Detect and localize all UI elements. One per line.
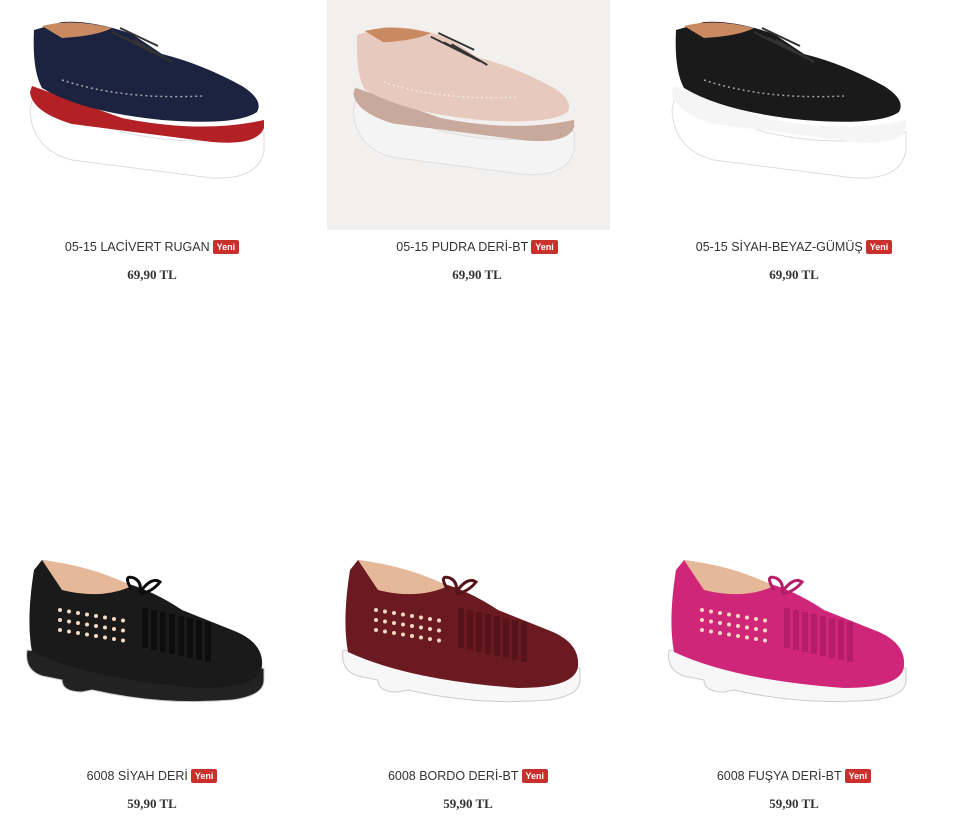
loafer-shoe-icon bbox=[668, 560, 907, 703]
oxford-shoe-icon bbox=[29, 21, 265, 179]
product-name-link[interactable]: 6008 BORDO DERİ-BT bbox=[388, 769, 519, 783]
product-title-row: 6008 SİYAH DERİ Yeni bbox=[2, 769, 302, 783]
product-name-link[interactable]: 05-15 PUDRA DERİ-BT bbox=[396, 240, 528, 254]
product-card[interactable]: 05-15 LACİVERT RUGAN Yeni 69,90 TL bbox=[2, 0, 302, 290]
product-price: 69,90 TL bbox=[452, 267, 502, 282]
oxford-shoe-icon bbox=[671, 21, 907, 179]
loafer-shoe-icon bbox=[342, 560, 581, 703]
product-image[interactable] bbox=[2, 530, 302, 760]
product-title-row: 05-15 PUDRA DERİ-BT Yeni bbox=[327, 240, 627, 254]
oxford-shoe-icon bbox=[352, 27, 575, 175]
product-title-row: 6008 BORDO DERİ-BT Yeni bbox=[318, 769, 618, 783]
product-name-link[interactable]: 6008 FUŞYA DERİ-BT bbox=[717, 769, 842, 783]
new-badge: Yeni bbox=[190, 769, 218, 783]
product-card[interactable]: 05-15 SİYAH-BEYAZ-GÜMÜŞ Yeni 69,90 TL bbox=[644, 0, 944, 290]
product-card[interactable]: 6008 BORDO DERİ-BT Yeni 59,90 TL bbox=[318, 530, 618, 820]
product-title-row: 05-15 LACİVERT RUGAN Yeni bbox=[2, 240, 302, 254]
product-name-link[interactable]: 05-15 LACİVERT RUGAN bbox=[65, 240, 210, 254]
product-grid: 05-15 LACİVERT RUGAN Yeni 69,90 TL 05-15 … bbox=[0, 0, 954, 826]
product-name-link[interactable]: 05-15 SİYAH-BEYAZ-GÜMÜŞ bbox=[696, 240, 863, 254]
product-price: 59,90 TL bbox=[127, 796, 177, 811]
product-price: 59,90 TL bbox=[769, 796, 819, 811]
product-card[interactable]: 05-15 PUDRA DERİ-BT Yeni 69,90 TL bbox=[327, 0, 627, 290]
new-badge: Yeni bbox=[865, 240, 893, 254]
product-card[interactable]: 6008 FUŞYA DERİ-BT Yeni 59,90 TL bbox=[644, 530, 944, 820]
new-badge: Yeni bbox=[521, 769, 549, 783]
new-badge: Yeni bbox=[844, 769, 872, 783]
product-image[interactable] bbox=[318, 530, 618, 760]
product-price: 69,90 TL bbox=[769, 267, 819, 282]
product-price: 59,90 TL bbox=[443, 796, 493, 811]
product-image[interactable] bbox=[644, 0, 944, 230]
new-badge: Yeni bbox=[531, 240, 558, 254]
product-title-row: 6008 FUŞYA DERİ-BT Yeni bbox=[644, 769, 944, 783]
product-price: 69,90 TL bbox=[127, 267, 177, 282]
product-card[interactable]: 6008 SİYAH DERİ Yeni 59,90 TL bbox=[2, 530, 302, 820]
new-badge: Yeni bbox=[212, 240, 240, 254]
product-name-link[interactable]: 6008 SİYAH DERİ bbox=[87, 769, 188, 783]
loafer-shoe-icon bbox=[26, 560, 265, 703]
product-image[interactable] bbox=[327, 0, 610, 230]
product-image[interactable] bbox=[2, 0, 302, 230]
product-title-row: 05-15 SİYAH-BEYAZ-GÜMÜŞ Yeni bbox=[644, 240, 944, 254]
product-image[interactable] bbox=[644, 530, 944, 760]
